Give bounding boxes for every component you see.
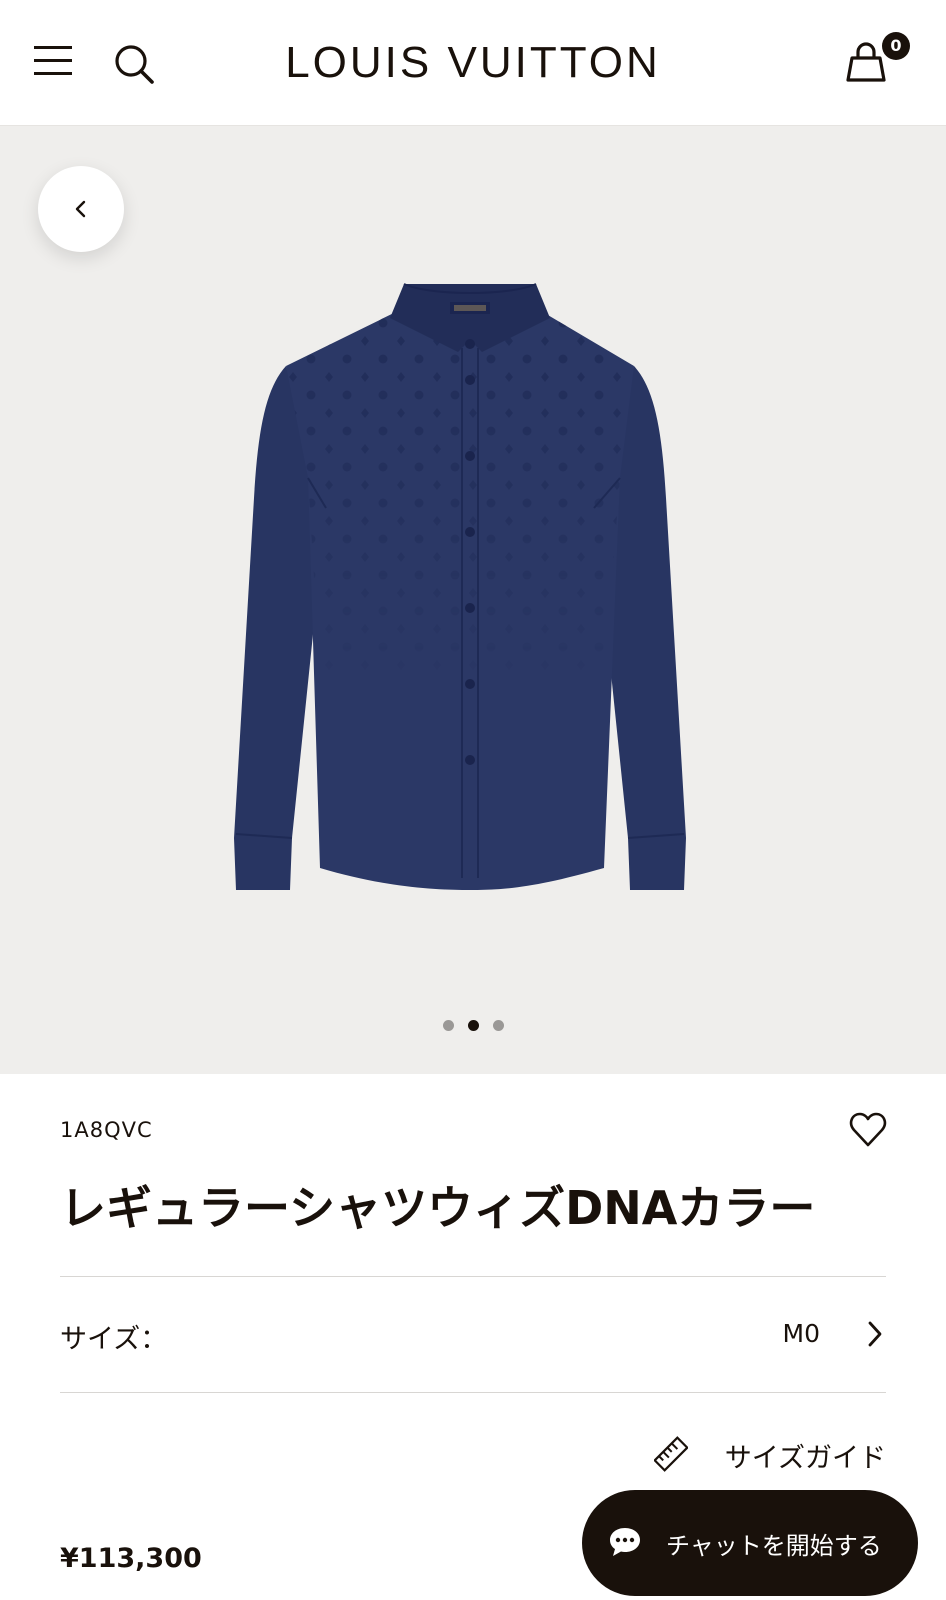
- product-sku: 1A8QVC: [60, 1118, 153, 1142]
- site-header: LOUIS VUITTON 0: [0, 0, 946, 126]
- product-gallery[interactable]: [0, 126, 946, 1074]
- brand-logo[interactable]: LOUIS VUITTON: [0, 38, 946, 88]
- chat-button-label: チャットを開始する: [666, 1532, 882, 1560]
- product-title: レギュラーシャツウィズDNAカラー: [60, 1181, 816, 1235]
- pagination-dot-active[interactable]: [467, 1020, 479, 1031]
- gallery-pagination[interactable]: [0, 1016, 946, 1035]
- product-image[interactable]: [230, 278, 710, 898]
- pagination-dot[interactable]: [492, 1020, 504, 1031]
- size-value: M0: [782, 1319, 820, 1348]
- back-button[interactable]: [38, 166, 124, 252]
- chevron-right-icon: [868, 1321, 882, 1347]
- chat-bubble-icon: [610, 1528, 640, 1556]
- product-price: ¥113,300: [60, 1543, 202, 1574]
- ruler-icon: [654, 1436, 688, 1472]
- pagination-dot[interactable]: [442, 1020, 454, 1031]
- divider: [60, 1392, 886, 1393]
- cart-count-badge: 0: [882, 32, 910, 60]
- start-chat-button[interactable]: チャットを開始する: [582, 1490, 918, 1596]
- size-selector[interactable]: サイズ： M0: [60, 1277, 886, 1393]
- chevron-left-icon: [75, 200, 86, 218]
- size-guide-label: サイズガイド: [724, 1443, 886, 1474]
- size-label: サイズ：: [60, 1324, 168, 1355]
- size-guide-link[interactable]: サイズガイド: [654, 1432, 886, 1476]
- heart-icon[interactable]: [848, 1110, 888, 1150]
